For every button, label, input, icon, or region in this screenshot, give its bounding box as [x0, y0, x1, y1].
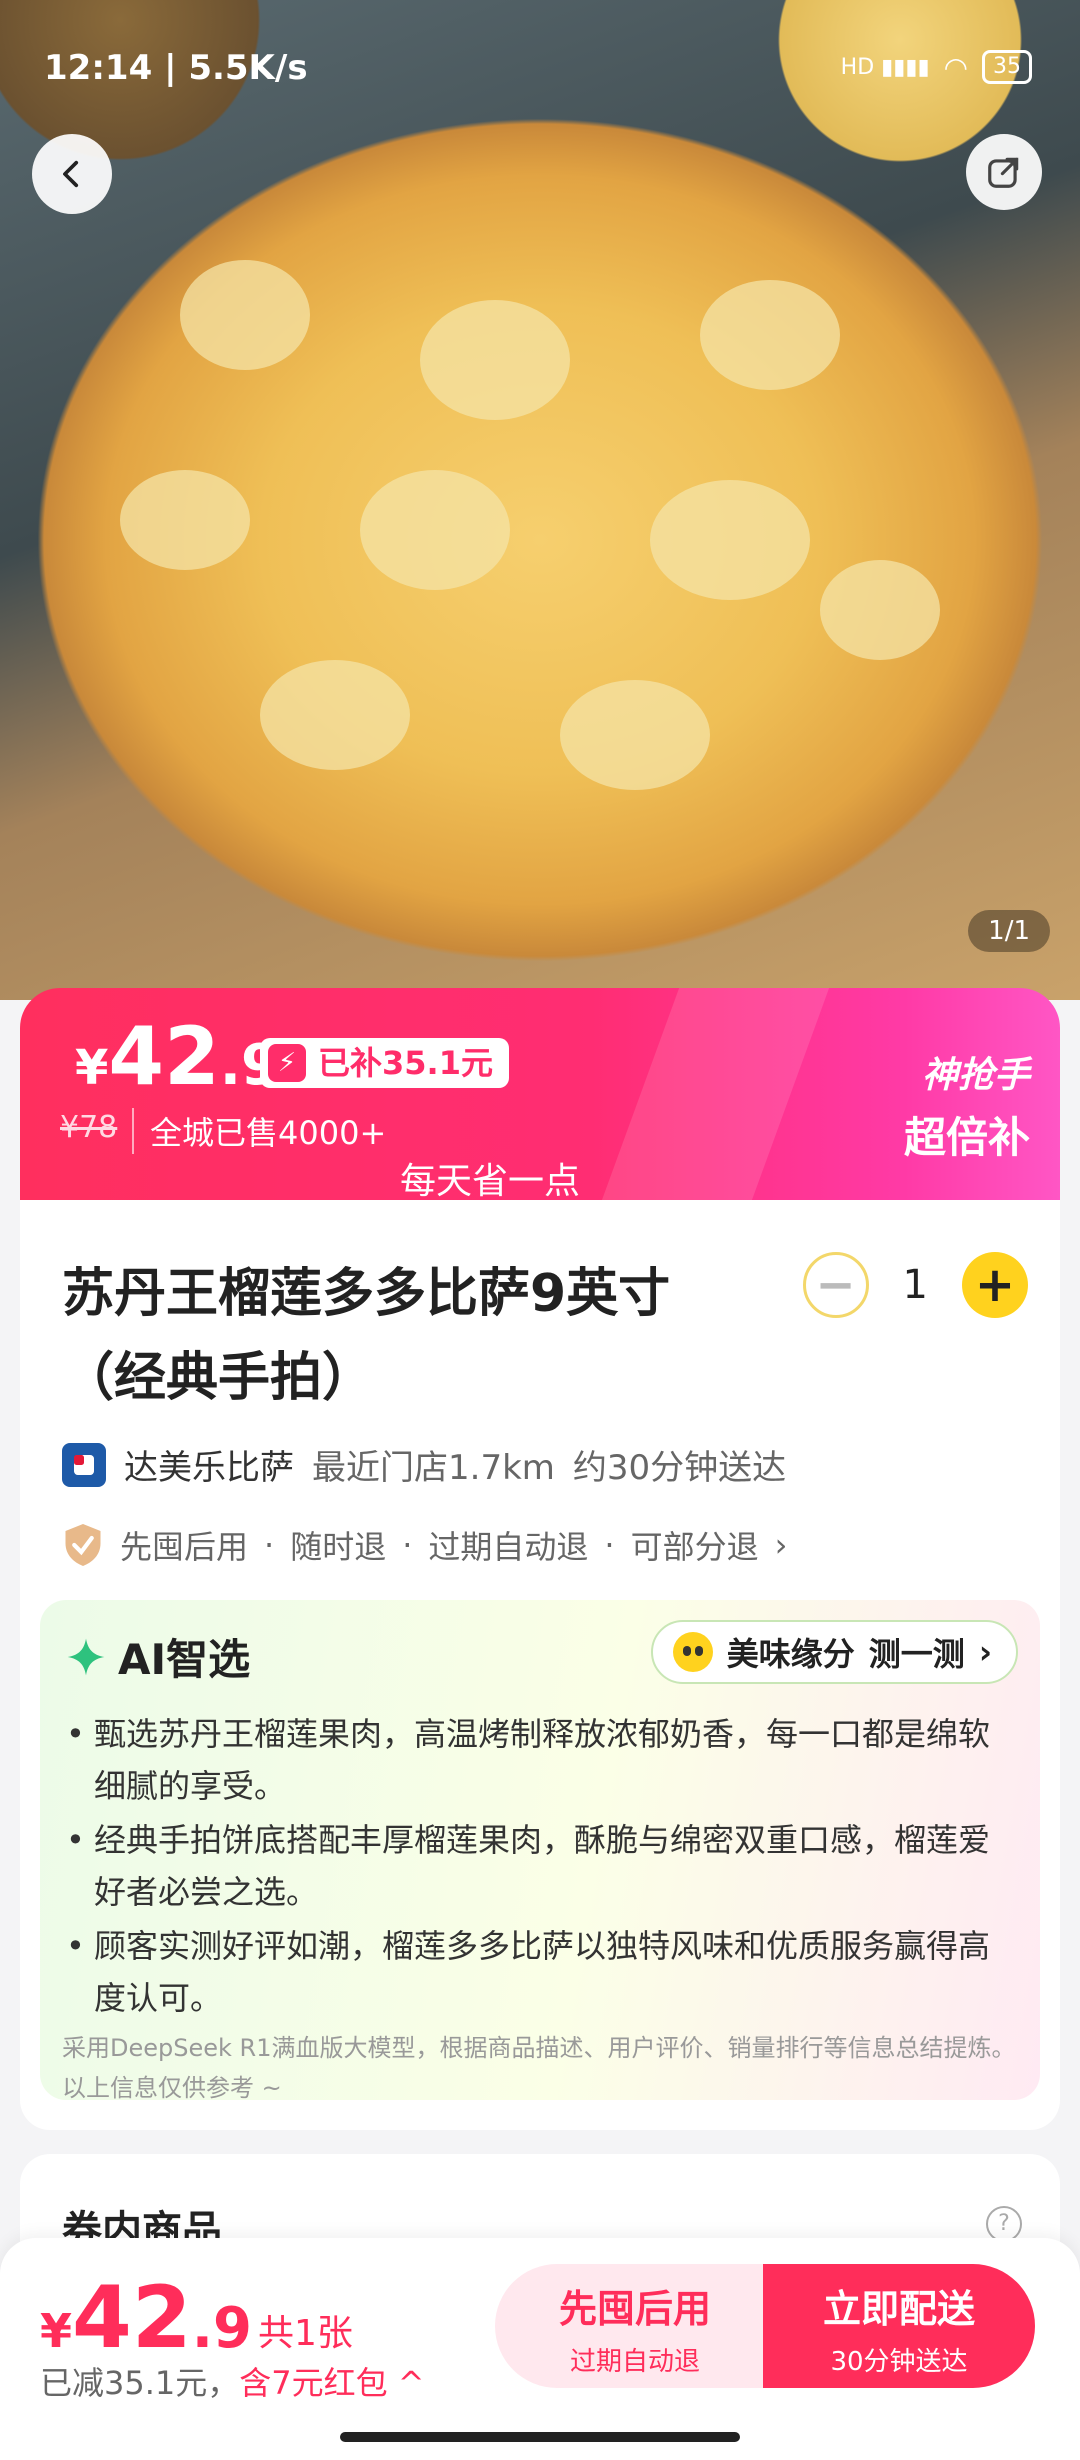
policy-separator: · — [264, 1526, 275, 1564]
current-price: ¥42.9 — [75, 1010, 280, 1103]
slogan: 每天省一点 — [400, 1161, 581, 1202]
buy-now-use-later-button[interactable]: 先囤后用 过期自动退 — [495, 2264, 775, 2388]
list-item: 经典手拍饼底搭配丰厚榴莲果肉，酥脆与绵密双重口感，榴莲爱好者必尝之选。 — [60, 1814, 1020, 1918]
list-item: 顾客实测好评如潮，榴莲多多比萨以独特风味和优质服务赢得高度认可。 — [60, 1920, 1020, 2024]
share-button[interactable] — [966, 134, 1042, 210]
policy-item: 先囤后用 — [120, 1528, 249, 1566]
help-icon[interactable]: ? — [986, 2206, 1022, 2242]
ai-summary-box: AI智选 美味缘分 测一测 › 甄选苏丹王榴莲果肉，高温烤制释放浓郁奶香，每一口… — [40, 1600, 1040, 2102]
pizza-topping — [650, 480, 810, 600]
red-packet-toggle[interactable]: 含7元红包 ^ — [239, 2364, 424, 2402]
pizza-topping — [120, 470, 250, 570]
pizza-topping — [820, 560, 940, 660]
decrease-button[interactable]: − — [802, 1252, 869, 1318]
share-icon — [988, 157, 1019, 188]
shield-icon — [65, 1524, 101, 1566]
taste-test-button[interactable]: 美味缘分 测一测 › — [650, 1620, 1018, 1684]
campaign-brand-line2: 超倍补 — [903, 1113, 1030, 1162]
product-card: 苏丹王榴莲多多比萨9英寸（经典手拍） − 1 + 达美乐比萨 最近门店1.7km… — [20, 1200, 1060, 2130]
store-name: 达美乐比萨 — [124, 1448, 294, 1488]
subsidy-badge: ⚡ 已补35.1元 — [260, 1038, 509, 1088]
policy-separator: · — [604, 1526, 615, 1564]
chevron-left-icon — [63, 160, 79, 188]
quantity-value: 1 — [902, 1262, 928, 1308]
emoji-face-icon — [672, 1632, 713, 1672]
increase-button[interactable]: + — [962, 1252, 1028, 1318]
policy-separator: · — [402, 1526, 413, 1564]
pizza-topping — [180, 260, 310, 370]
bolt-decoration — [600, 988, 830, 1203]
sold-count: 全城已售4000+ — [132, 1108, 386, 1154]
status-bar: 12:14 | 5.5K/s HD ▮▮▮▮ ◠ 35 — [0, 0, 1080, 130]
store-distance: 最近门店1.7km — [312, 1448, 555, 1488]
voucher-count: 共1张 — [258, 2313, 353, 2354]
original-price: ¥78 — [60, 1110, 118, 1145]
battery-icon: 35 — [982, 50, 1032, 84]
ai-title: AI智选 — [64, 1626, 250, 1687]
status-icons: HD ▮▮▮▮ ◠ 35 — [841, 50, 1032, 84]
discount-detail[interactable]: 已减35.1元，含7元红包 ^ — [40, 2358, 425, 2404]
chevron-right-icon: › — [978, 1633, 992, 1671]
total-price: ¥42.9 — [40, 2268, 252, 2368]
product-hero-image — [0, 0, 1080, 1000]
status-time: 12:14 | 5.5K/s — [44, 48, 308, 88]
back-button[interactable] — [32, 134, 112, 214]
list-item: 甄选苏丹王榴莲果肉，高温烤制释放浓郁奶香，每一口都是绵软细腻的享受。 — [60, 1708, 1020, 1812]
policy-row[interactable]: 先囤后用 · 随时退 · 过期自动退 · 可部分退 › — [62, 1522, 787, 1568]
price-banner: ¥42.9 ⚡ 已补35.1元 ¥78 全城已售4000+ 每天省一点 神抢手 … — [20, 988, 1060, 1203]
quantity-stepper: − 1 + — [802, 1252, 1028, 1318]
pizza-topping — [420, 300, 570, 420]
policy-item: 可部分退 — [630, 1528, 759, 1566]
store-logo-icon — [62, 1442, 106, 1487]
pizza-topping — [260, 660, 410, 770]
ai-bullet-list: 甄选苏丹王榴莲果肉，高温烤制释放浓郁奶香，每一口都是绵软细腻的享受。 经典手拍饼… — [60, 1708, 1020, 2026]
pizza-topping — [700, 280, 840, 390]
store-row[interactable]: 达美乐比萨 最近门店1.7km 约30分钟送达 — [62, 1440, 786, 1489]
product-title: 苏丹王榴莲多多比萨9英寸（经典手拍） — [62, 1264, 671, 1408]
chevron-right-icon: › — [774, 1526, 788, 1564]
sparkle-icon — [67, 1638, 105, 1675]
bottom-action-bar: ¥42.9 共1张 已减35.1元，含7元红包 ^ 先囤后用 过期自动退 立即配… — [0, 2238, 1080, 2460]
campaign-brand-line1: 神抢手 — [921, 1055, 1030, 1096]
bolt-icon: ⚡ — [268, 1044, 306, 1082]
delivery-time: 约30分钟送达 — [572, 1448, 787, 1488]
ai-disclaimer: 采用DeepSeek R1满血版大模型，根据商品描述、用户评价、销量排行等信息总… — [62, 2034, 1016, 2102]
image-counter: 1/1 — [968, 910, 1050, 952]
deliver-now-button[interactable]: 立即配送 30分钟送达 — [763, 2264, 1035, 2388]
policy-item: 随时退 — [290, 1528, 387, 1566]
pizza-topping — [360, 470, 510, 590]
home-indicator[interactable] — [340, 2432, 740, 2442]
signal-icon: HD ▮▮▮▮ — [840, 54, 930, 80]
policy-item: 过期自动退 — [428, 1528, 589, 1566]
pizza-topping — [560, 680, 710, 790]
wifi-icon: ◠ — [943, 50, 968, 84]
